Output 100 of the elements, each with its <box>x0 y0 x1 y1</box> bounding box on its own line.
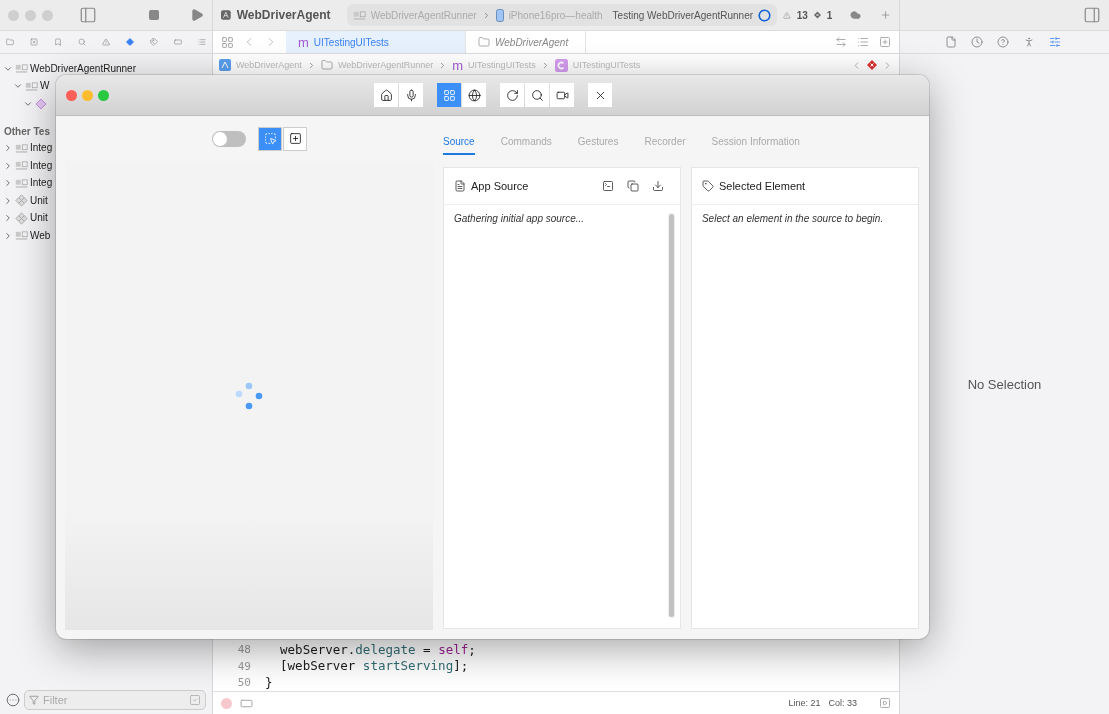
target-icon <box>352 10 366 20</box>
disclosure-chevron-icon[interactable] <box>3 143 13 154</box>
refresh-icon <box>505 88 519 102</box>
error-icon <box>867 60 877 70</box>
target-icon <box>15 143 28 153</box>
breakpoint-dot[interactable] <box>221 697 232 709</box>
navigator-item[interactable]: WebDriverAgentRunner <box>30 63 136 74</box>
card-title: Selected Element <box>718 180 806 192</box>
panel-tab[interactable]: Commands <box>500 132 552 155</box>
panel-tab[interactable]: Gestures <box>577 132 619 155</box>
app-icon <box>221 8 231 22</box>
download-icon[interactable] <box>651 180 664 192</box>
add-square-button[interactable] <box>283 126 307 151</box>
history-icon <box>971 36 983 48</box>
swap-icon <box>835 36 847 48</box>
window-zoom-light[interactable] <box>98 89 109 101</box>
home-icon <box>379 88 393 102</box>
target-icon <box>15 231 28 241</box>
disclosure-chevron-icon[interactable] <box>3 230 13 241</box>
folder-icon <box>478 36 490 48</box>
more-icon <box>6 693 20 707</box>
microphone-icon <box>404 88 418 102</box>
checkbox-icon <box>189 694 201 706</box>
error-count[interactable]: 1 <box>826 9 833 21</box>
copy-icon[interactable] <box>626 180 639 192</box>
filter-field[interactable]: Filter <box>24 690 206 710</box>
target-icon <box>15 64 28 74</box>
error-icon <box>813 10 821 20</box>
mode-toggle[interactable] <box>212 130 246 147</box>
search-button[interactable] <box>525 83 549 107</box>
navigator-item[interactable]: Integ <box>30 160 53 171</box>
hint-message: Select an element in the source to begin. <box>701 213 885 226</box>
disclosure-chevron-icon[interactable] <box>3 213 13 224</box>
target-icon <box>15 178 28 188</box>
tag-icon <box>701 180 714 192</box>
square-x-icon <box>30 36 38 48</box>
scrollbar-thumb[interactable] <box>668 214 674 617</box>
navigator-item[interactable]: Unit <box>30 213 48 224</box>
pointer-select-button[interactable] <box>258 126 282 151</box>
disclosure-chevron-icon[interactable] <box>3 178 13 189</box>
file-type-glyph: m <box>298 34 309 50</box>
progress-ring-icon <box>758 8 772 22</box>
code-line: webServer.delegate = self; <box>279 643 476 656</box>
panel-tab[interactable]: Source <box>443 132 475 155</box>
activity-status: Testing WebDriverAgentRunner <box>612 9 754 21</box>
outline-icon <box>857 36 869 48</box>
project-title: WebDriverAgent <box>236 8 331 22</box>
navigator-item[interactable]: W <box>40 81 50 92</box>
navigator-item[interactable]: Integ <box>30 178 53 189</box>
plus-square-icon <box>288 132 302 145</box>
navigator-item[interactable]: Web <box>30 230 51 241</box>
search-icon <box>78 36 86 48</box>
bookmark-icon <box>54 36 62 48</box>
filter-input[interactable]: Filter <box>43 694 185 706</box>
terminal-icon[interactable] <box>601 180 614 192</box>
stop-icon[interactable] <box>148 9 160 21</box>
file-type-glyph: m <box>452 57 464 73</box>
help-icon <box>997 36 1009 48</box>
empty-state-message: No Selection <box>967 376 1042 392</box>
inspector-toggle-icon <box>1083 6 1101 24</box>
filter-options-icon <box>29 695 39 705</box>
code-line: } <box>265 676 273 689</box>
target-icon <box>15 161 28 171</box>
editor-tab[interactable]: m UITestingUITests <box>286 31 466 53</box>
disclosure-chevron-icon[interactable] <box>3 195 13 206</box>
navigator-item[interactable]: Unit <box>30 195 48 206</box>
add-editor-icon <box>879 36 891 48</box>
bundle-icon <box>15 211 28 225</box>
home-button[interactable] <box>374 83 398 107</box>
loading-spinner-icon <box>234 380 264 411</box>
diamond-icon <box>35 97 47 110</box>
test-diamond-icon[interactable] <box>126 36 134 48</box>
folder-icon <box>320 59 333 71</box>
accessibility-icon <box>1023 36 1035 48</box>
disclosure-chevron-icon[interactable] <box>3 160 13 171</box>
grid-icon <box>442 88 456 102</box>
app-icon <box>219 59 231 71</box>
class-icon <box>554 58 568 72</box>
line-number: 50 <box>236 677 252 689</box>
panel-tab[interactable]: Session Information <box>711 132 800 155</box>
grid-icon <box>221 35 234 49</box>
debug-area-icon <box>879 697 891 709</box>
cursor-column: Col: 33 <box>828 698 857 708</box>
refresh-button[interactable] <box>500 83 524 107</box>
panel-tab[interactable]: Recorder <box>644 132 686 155</box>
document-icon <box>454 180 466 192</box>
video-camera-button[interactable] <box>550 83 574 107</box>
tags-icon <box>150 36 158 48</box>
close-button[interactable] <box>588 83 612 107</box>
run-icon[interactable] <box>190 8 204 22</box>
window-close-light[interactable] <box>66 89 77 101</box>
globe-button[interactable] <box>462 83 486 107</box>
target-icon <box>25 81 38 91</box>
warning-count[interactable]: 13 <box>796 9 808 21</box>
bundle-icon <box>15 194 28 208</box>
file-icon <box>945 36 957 48</box>
microphone-button[interactable] <box>399 83 423 107</box>
navigator-item[interactable]: Integ <box>30 143 53 154</box>
section-header: Other Tes <box>4 126 50 137</box>
cursor-line: Line: 21 <box>788 698 821 708</box>
